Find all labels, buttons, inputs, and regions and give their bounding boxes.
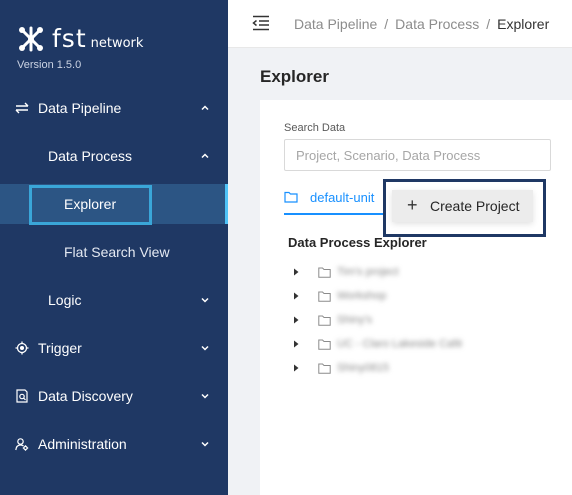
top-bar: Data Pipeline / Data Process / Explorer: [228, 0, 572, 48]
tree-item[interactable]: Shiny's: [292, 312, 372, 328]
tree-item-label: Workshop: [337, 290, 387, 302]
breadcrumb-separator: /: [384, 16, 389, 32]
logo-text: fst: [52, 24, 87, 53]
folder-icon: [318, 315, 331, 326]
folder-icon: [284, 191, 298, 203]
logo-subtext: network: [90, 35, 144, 51]
plus-icon: +: [407, 195, 418, 215]
sidebar-item-label: Flat Search View: [64, 244, 170, 260]
tree-item-label: Shiny's: [337, 314, 373, 326]
tree-title: Data Process Explorer: [288, 235, 427, 250]
trigger-icon: [15, 341, 29, 355]
tab-label: default-unit: [310, 189, 375, 205]
sidebar-item-label: Data Discovery: [38, 388, 133, 404]
sidebar-item-label: Trigger: [38, 340, 82, 356]
explorer-highlight-box: [29, 185, 152, 225]
caret-right-icon[interactable]: [292, 292, 300, 300]
folder-icon: [318, 291, 331, 302]
search-input[interactable]: [284, 139, 551, 171]
caret-right-icon[interactable]: [292, 364, 300, 372]
breadcrumb: Data Pipeline / Data Process / Explorer: [294, 16, 549, 32]
sidebar-item-label: Administration: [38, 436, 127, 452]
chevron-up-icon: [201, 105, 209, 111]
breadcrumb-separator: /: [486, 16, 491, 32]
chevron-down-icon: [201, 393, 209, 399]
folder-icon: [318, 267, 331, 278]
tree-item[interactable]: Shiny0815: [292, 360, 389, 376]
chevron-down-icon: [201, 441, 209, 447]
caret-right-icon[interactable]: [292, 268, 300, 276]
sidebar-item-data-process[interactable]: Data Process: [0, 136, 228, 176]
page-title: Explorer: [260, 67, 329, 86]
tree-item[interactable]: Tim's project: [292, 264, 399, 280]
tab-active-indicator: [284, 213, 384, 215]
breadcrumb-data-pipeline[interactable]: Data Pipeline: [294, 16, 377, 32]
search-label: Search Data: [284, 122, 346, 134]
sidebar-item-flat-search-view[interactable]: Flat Search View: [0, 232, 228, 272]
create-project-button[interactable]: + Create Project: [392, 190, 533, 222]
app-version: Version 1.5.0: [17, 59, 82, 71]
caret-right-icon[interactable]: [292, 316, 300, 324]
data-discovery-icon: [15, 389, 29, 403]
tab-default-unit[interactable]: default-unit: [284, 184, 374, 210]
app-logo[interactable]: fst network: [16, 22, 143, 56]
tree-item[interactable]: UC - Claro Lakeside Café: [292, 336, 462, 352]
tree-item-label: Shiny0815: [337, 362, 389, 374]
caret-right-icon[interactable]: [292, 340, 300, 348]
sidebar-item-data-discovery[interactable]: Data Discovery: [0, 376, 228, 416]
administration-icon: [15, 437, 29, 451]
tree-item[interactable]: Workshop: [292, 288, 386, 304]
folder-icon: [318, 363, 331, 374]
create-project-label: Create Project: [430, 198, 520, 214]
sidebar-item-label: Data Pipeline: [38, 100, 122, 116]
sidebar-item-logic[interactable]: Logic: [0, 280, 228, 320]
chevron-up-icon: [201, 153, 209, 159]
sidebar-item-trigger[interactable]: Trigger: [0, 328, 228, 368]
fst-logo-icon: [19, 26, 43, 52]
menu-fold-icon[interactable]: [252, 15, 270, 31]
chevron-down-icon: [201, 297, 209, 303]
sidebar-item-label: Data Process: [48, 148, 133, 164]
sidebar-item-label: Logic: [48, 292, 82, 308]
sidebar: fst network Version 1.5.0 Data Pipeline …: [0, 0, 228, 495]
breadcrumb-data-process[interactable]: Data Process: [395, 16, 479, 32]
breadcrumb-explorer: Explorer: [497, 16, 550, 32]
sidebar-item-data-pipeline[interactable]: Data Pipeline: [0, 88, 228, 128]
folder-icon: [318, 339, 331, 350]
tree-item-label: Tim's project: [337, 266, 399, 278]
chevron-down-icon: [201, 345, 209, 351]
tree-item-label: UC - Claro Lakeside Café: [337, 338, 463, 350]
pipeline-icon: [15, 101, 29, 115]
sidebar-item-administration[interactable]: Administration: [0, 424, 228, 464]
